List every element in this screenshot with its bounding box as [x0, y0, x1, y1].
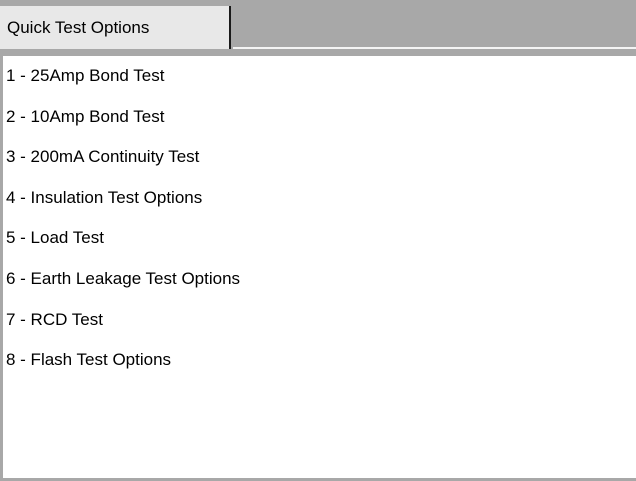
option-rcd-test[interactable]: 7 - RCD Test [6, 307, 240, 348]
tab-label: Quick Test Options [7, 18, 150, 37]
option-10amp-bond-test[interactable]: 2 - 10Amp Bond Test [6, 104, 240, 145]
tab-bar-divider [233, 47, 636, 49]
quick-test-options-panel: 1 - 25Amp Bond Test 2 - 10Amp Bond Test … [0, 56, 636, 481]
tab-bar: Quick Test Options [0, 0, 636, 56]
option-earth-leakage-test-options[interactable]: 6 - Earth Leakage Test Options [6, 266, 240, 307]
option-load-test[interactable]: 5 - Load Test [6, 225, 240, 266]
option-insulation-test-options[interactable]: 4 - Insulation Test Options [6, 185, 240, 226]
option-25amp-bond-test[interactable]: 1 - 25Amp Bond Test [6, 63, 240, 104]
option-flash-test-options[interactable]: 8 - Flash Test Options [6, 347, 240, 388]
option-200ma-continuity-test[interactable]: 3 - 200mA Continuity Test [6, 144, 240, 185]
test-options-list: 1 - 25Amp Bond Test 2 - 10Amp Bond Test … [6, 63, 240, 388]
tab-quick-test-options[interactable]: Quick Test Options [0, 6, 231, 49]
